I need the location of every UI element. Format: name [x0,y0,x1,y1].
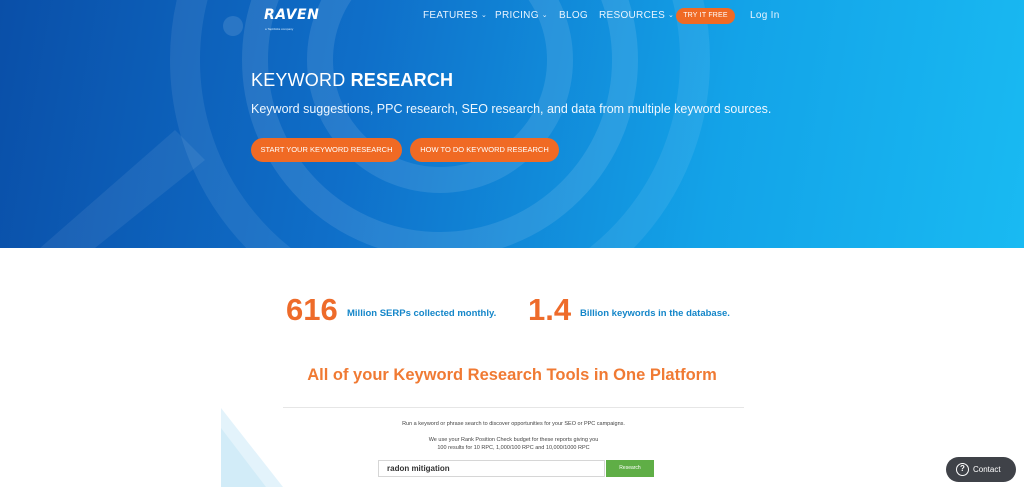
stat-keywords-number: 1.4 [528,292,572,327]
chevron-down-icon: ⌄ [481,12,488,19]
section-title: All of your Keyword Research Tools in On… [307,366,717,384]
chevron-down-icon: ⌄ [541,12,548,19]
how-to-keyword-research-button[interactable]: HOW TO DO KEYWORD RESEARCH [410,138,559,162]
stat-keywords-label: Billion keywords in the database. [580,308,730,319]
nav-resources-label: RESOURCES [599,10,666,21]
contact-label: Contact [973,465,1001,474]
question-icon: ? [956,463,969,476]
hero-banner: RAVEN a TapClicks company FEATURES ⌄ PRIC… [0,0,1024,248]
try-it-free-button[interactable]: TRY IT FREE [676,8,735,24]
contact-button[interactable]: ? Contact [946,457,1016,482]
page-title: KEYWORD RESEARCH [251,70,453,91]
nav-blog[interactable]: BLOG [559,9,588,23]
hero-subtitle: Keyword suggestions, PPC research, SEO r… [251,102,772,116]
research-button[interactable]: Research [606,460,654,477]
demo-budget-detail: 100 results for 10 RPC, 1,000/100 RPC an… [437,445,590,451]
top-nav: FEATURES ⌄ PRICING ⌄ BLOG RESOURCES ⌄ Log I… [0,9,1024,25]
nav-features[interactable]: FEATURES ⌄ [423,9,487,24]
title-light: KEYWORD [251,70,346,90]
logo-subtext: a TapClicks company [265,27,294,31]
stat-serps-label: Million SERPs collected monthly. [347,308,497,319]
demo-budget-note: We use your Rank Position Check budget f… [428,437,599,443]
nav-resources[interactable]: RESOURCES ⌄ [599,9,674,24]
demo-instruction: Run a keyword or phrase search to discov… [402,421,625,427]
stat-serps-number: 616 [286,292,338,327]
start-keyword-research-button[interactable]: START YOUR KEYWORD RESEARCH [251,138,402,162]
keyword-search-input[interactable]: radon mitigation [378,460,605,477]
chevron-down-icon: ⌄ [668,12,675,19]
title-bold: RESEARCH [350,70,454,90]
nav-pricing-label: PRICING [495,10,539,21]
decorative-triangle [221,408,283,487]
nav-login[interactable]: Log In [750,9,780,23]
hero-circles-decoration [40,0,710,248]
nav-pricing[interactable]: PRICING ⌄ [495,9,548,24]
nav-features-label: FEATURES [423,10,478,21]
keyword-research-demo-panel: Run a keyword or phrase search to discov… [283,407,744,487]
